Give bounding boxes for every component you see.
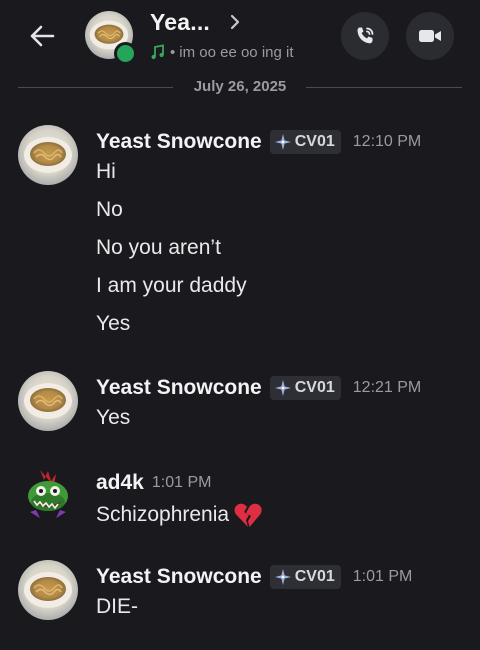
message-header: Yeast Snowcone CV01 12:10 PM bbox=[96, 128, 421, 156]
message-header: ad4k 1:01 PM bbox=[96, 469, 211, 497]
author-name[interactable]: ad4k bbox=[96, 471, 144, 495]
message-text[interactable]: Yes bbox=[96, 406, 130, 430]
server-tag[interactable]: CV01 bbox=[269, 376, 341, 400]
timestamp: 12:10 PM bbox=[352, 133, 422, 150]
server-tag[interactable]: CV01 bbox=[269, 130, 341, 154]
server-tag-label: CV01 bbox=[294, 568, 335, 585]
noodle-bowl-avatar-icon bbox=[18, 125, 78, 185]
video-call-button[interactable] bbox=[406, 12, 454, 60]
avatar[interactable] bbox=[18, 560, 78, 620]
timestamp: 1:01 PM bbox=[151, 474, 212, 491]
date-divider-text: July 26, 2025 bbox=[193, 78, 287, 95]
sparkle-badge-icon bbox=[274, 380, 291, 396]
server-tag[interactable]: CV01 bbox=[269, 565, 341, 589]
arrow-left-icon bbox=[30, 25, 55, 47]
status-line: • im oo ee oo ing it bbox=[150, 42, 294, 62]
server-tag-label: CV01 bbox=[294, 133, 335, 150]
timestamp: 1:01 PM bbox=[352, 568, 413, 585]
message-text[interactable]: No bbox=[96, 198, 123, 222]
broken-heart-icon bbox=[234, 503, 262, 527]
message-header: Yeast Snowcone CV01 12:21 PM bbox=[96, 374, 421, 402]
message-text[interactable]: No you aren’t bbox=[96, 236, 221, 260]
message-text[interactable]: I am your daddy bbox=[96, 274, 247, 298]
online-status-icon bbox=[114, 42, 137, 65]
sparkle-badge-icon bbox=[274, 134, 291, 150]
author-name[interactable]: Yeast Snowcone bbox=[96, 130, 262, 154]
green-creature-avatar-icon bbox=[18, 466, 78, 526]
back-button[interactable] bbox=[24, 18, 60, 54]
sparkle-badge-icon bbox=[274, 569, 291, 585]
chevron-right-icon[interactable] bbox=[226, 12, 244, 32]
date-divider: July 26, 2025 bbox=[18, 76, 462, 98]
video-camera-icon bbox=[419, 30, 441, 42]
message-text-content: Schizophrenia bbox=[96, 503, 230, 526]
channel-title[interactable]: Yea... bbox=[150, 9, 210, 36]
author-name[interactable]: Yeast Snowcone bbox=[96, 376, 262, 400]
divider-line-right bbox=[306, 87, 462, 88]
phone-call-icon bbox=[357, 27, 374, 44]
avatar[interactable] bbox=[18, 466, 78, 526]
timestamp: 12:21 PM bbox=[352, 379, 422, 396]
status-separator: • bbox=[170, 43, 176, 61]
avatar[interactable] bbox=[18, 371, 78, 431]
status-text: im oo ee oo ing it bbox=[179, 43, 294, 61]
avatar[interactable] bbox=[18, 125, 78, 185]
voice-call-button[interactable] bbox=[341, 12, 389, 60]
noodle-bowl-avatar-icon bbox=[18, 560, 78, 620]
message-header: Yeast Snowcone CV01 1:01 PM bbox=[96, 563, 412, 591]
noodle-bowl-avatar-icon bbox=[18, 371, 78, 431]
message-text[interactable]: DIE- bbox=[96, 595, 138, 619]
message-text[interactable]: Schizophrenia bbox=[96, 501, 263, 529]
author-name[interactable]: Yeast Snowcone bbox=[96, 565, 262, 589]
server-tag-label: CV01 bbox=[294, 379, 335, 396]
divider-line-left bbox=[18, 87, 173, 88]
message-text[interactable]: Hi bbox=[96, 160, 116, 184]
music-note-icon bbox=[151, 44, 164, 60]
message-text[interactable]: Yes bbox=[96, 312, 130, 336]
chat-header: Yea... • im oo ee oo ing it bbox=[0, 0, 480, 75]
